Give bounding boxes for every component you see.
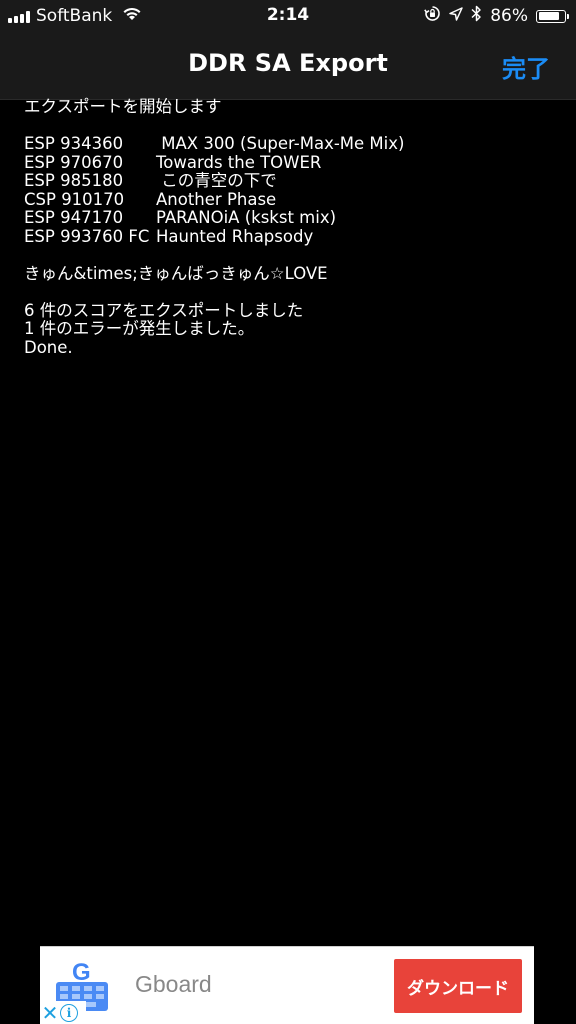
log-spacer xyxy=(24,283,564,302)
score-song: Haunted Rhapsody xyxy=(156,226,314,246)
score-song: この青空の下で xyxy=(156,171,277,190)
battery-icon xyxy=(536,9,569,23)
score-row: ESP 985180 この青空の下で xyxy=(24,171,564,191)
location-icon xyxy=(449,6,463,26)
export-log: エクスポートを開始します ESP 934360 MAX 300 (Super-M… xyxy=(24,97,564,357)
score-song: Another Phase xyxy=(156,189,277,209)
log-spacer xyxy=(24,246,564,265)
battery-level xyxy=(538,12,560,20)
nav-bar: DDR SA Export 完了 xyxy=(0,32,576,100)
score-row: CSP 910170 Another Phase xyxy=(24,189,564,210)
status-bar: SoftBank 2:14 86% xyxy=(0,0,576,32)
score-id: CSP 910170 xyxy=(24,189,125,209)
score-row: ESP 970670 Towards the TOWER xyxy=(24,152,564,173)
log-done: Done. xyxy=(24,337,73,357)
log-spacer xyxy=(24,117,564,136)
score-song: Towards the TOWER xyxy=(156,152,322,172)
info-icon[interactable]: i xyxy=(60,1003,78,1022)
score-id: ESP 993760 FC xyxy=(24,226,150,246)
score-id: ESP 947170 xyxy=(24,208,124,227)
log-summary-errors: 1 件のエラーが発生しました。 xyxy=(24,319,255,338)
status-right: 86% xyxy=(424,5,569,27)
ad-app-name: Gboard xyxy=(135,971,212,997)
score-row: ESP 934360 MAX 300 (Super-Max-Me Mix) xyxy=(24,134,564,154)
ad-banner[interactable]: G Gboard ダウンロード xyxy=(40,946,534,1024)
log-start-message: エクスポートを開始します xyxy=(24,97,222,116)
download-button[interactable]: ダウンロード xyxy=(394,959,522,1013)
battery-percent: 86% xyxy=(490,6,528,26)
score-id: ESP 970670 xyxy=(24,152,124,172)
battery-tip xyxy=(567,13,569,19)
done-button[interactable]: 完了 xyxy=(502,49,550,84)
score-id: ESP 934360 xyxy=(24,134,124,153)
bluetooth-icon xyxy=(471,5,482,27)
score-id: ESP 985180 xyxy=(24,171,124,190)
log-summary-exported: 6 件のスコアをエクスポートしました xyxy=(24,300,304,320)
screen: SoftBank 2:14 86% DDR SA Export 完了 エクスポー… xyxy=(0,0,576,1024)
score-song: PARANOiA (kskst mix) xyxy=(156,208,337,227)
orientation-lock-icon xyxy=(424,5,441,27)
page-title: DDR SA Export xyxy=(188,49,388,77)
score-row: ESP 947170 PARANOiA (kskst mix) xyxy=(24,208,564,228)
score-row: ESP 993760 FC Haunted Rhapsody xyxy=(24,226,564,247)
log-error-song: きゅん&times;きゅんばっきゅん☆LOVE xyxy=(24,263,328,283)
close-icon[interactable]: ✕ xyxy=(40,1003,60,1023)
ad-choices: ✕ i xyxy=(40,1001,86,1024)
score-song: MAX 300 (Super-Max-Me Mix) xyxy=(156,134,405,153)
